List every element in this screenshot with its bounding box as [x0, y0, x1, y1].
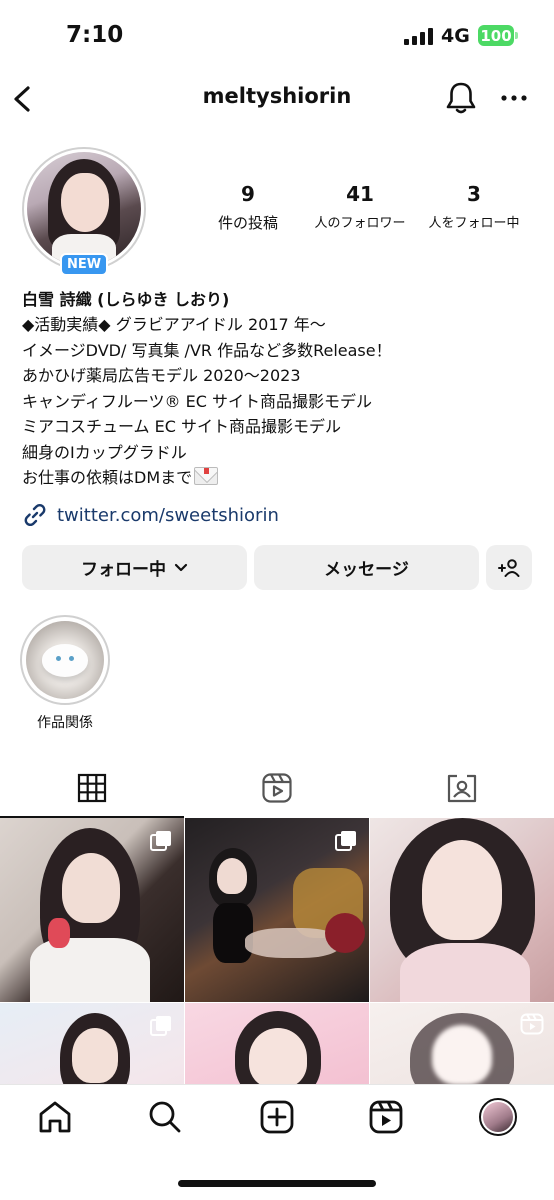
search-icon[interactable] [147, 1099, 183, 1135]
highlight-label: 作品関係 [37, 715, 93, 731]
home-indicator [178, 1180, 376, 1187]
tab-reels[interactable] [185, 758, 369, 818]
home-icon[interactable] [37, 1099, 73, 1135]
message-label: メッセージ [324, 560, 409, 580]
following-button[interactable]: フォロー中 [22, 545, 247, 590]
profile-link[interactable]: twitter.com/sweetshiorin [22, 502, 279, 528]
bio-line: ミアコスチューム EC サイト商品撮影モデル [22, 417, 341, 436]
create-icon[interactable] [259, 1099, 295, 1135]
following-count[interactable]: 3 人をフォロー中 [420, 182, 528, 231]
profile-tabs [0, 758, 554, 818]
link-icon [24, 503, 46, 527]
add-user-icon [498, 558, 520, 577]
reels-icon [520, 1013, 544, 1035]
multi-post-icon [335, 831, 356, 851]
posts-grid [0, 818, 554, 1084]
profile-bio: 白雪 詩織 (しらゆき しおり) ◆活動実績◆ グラビアアイドル 2017 年〜… [22, 288, 542, 491]
post-thumbnail[interactable] [370, 1003, 554, 1084]
multi-post-icon [150, 1016, 171, 1036]
post-thumbnail[interactable] [0, 818, 184, 1002]
story-highlight[interactable]: 作品関係 [20, 615, 110, 732]
signal-icon [404, 28, 433, 45]
status-bar: 7:10 4G 100 [0, 0, 554, 74]
network-type: 4G [441, 25, 470, 47]
reels-icon [262, 773, 292, 803]
bio-line: キャンディフルーツ® EC サイト商品撮影モデル [22, 391, 373, 411]
add-user-button[interactable] [486, 545, 532, 590]
message-button[interactable]: メッセージ [254, 545, 479, 590]
bio-line-text: お仕事の依頼はDMまで [22, 468, 193, 487]
envelope-icon [194, 467, 219, 485]
stat-value: 41 [346, 182, 374, 206]
stat-value: 9 [241, 182, 255, 206]
tab-tagged[interactable] [370, 758, 554, 818]
bio-line: ◆活動実績◆ グラビアアイドル 2017 年〜 [22, 315, 326, 334]
more-horizontal-icon[interactable] [500, 84, 528, 112]
bell-icon[interactable] [444, 80, 478, 116]
bio-line: あかひげ薬局広告モデル 2020〜2023 [22, 366, 301, 385]
post-thumbnail[interactable] [370, 818, 554, 1002]
profile-tab-avatar[interactable] [479, 1098, 517, 1136]
new-badge: NEW [60, 253, 108, 276]
bio-line-contact: お仕事の依頼はDMまで [22, 465, 542, 491]
posts-count[interactable]: 9 件の投稿 [196, 182, 300, 233]
avatar [27, 152, 141, 266]
bio-line: イメージDVD/ 写真集 /VR 作品など多数Release！ [22, 340, 392, 360]
stat-label: 人をフォロー中 [428, 216, 520, 231]
stat-value: 3 [467, 182, 481, 206]
top-nav: meltyshiorin [0, 74, 554, 124]
reels-icon[interactable] [368, 1099, 404, 1135]
chevron-down-icon [174, 563, 188, 571]
stat-label: 人のフォロワー [314, 216, 406, 231]
post-thumbnail[interactable] [185, 818, 369, 1002]
tagged-icon [447, 774, 477, 803]
followers-count[interactable]: 41 人のフォロワー [304, 182, 416, 231]
tab-posts[interactable] [0, 758, 184, 818]
grid-icon [77, 773, 107, 803]
status-time: 7:10 [66, 22, 124, 48]
post-thumbnail[interactable] [0, 1003, 184, 1084]
display-name: 白雪 詩織 (しらゆき しおり) [22, 290, 230, 309]
battery-icon: 100 [478, 25, 518, 46]
link-text: twitter.com/sweetshiorin [57, 504, 279, 526]
bio-line: 細身のIカップグラドル [22, 442, 187, 462]
post-thumbnail[interactable] [185, 1003, 369, 1084]
stat-label: 件の投稿 [217, 214, 278, 232]
multi-post-icon [150, 831, 171, 851]
following-label: フォロー中 [81, 560, 166, 580]
highlight-cover [20, 615, 110, 705]
